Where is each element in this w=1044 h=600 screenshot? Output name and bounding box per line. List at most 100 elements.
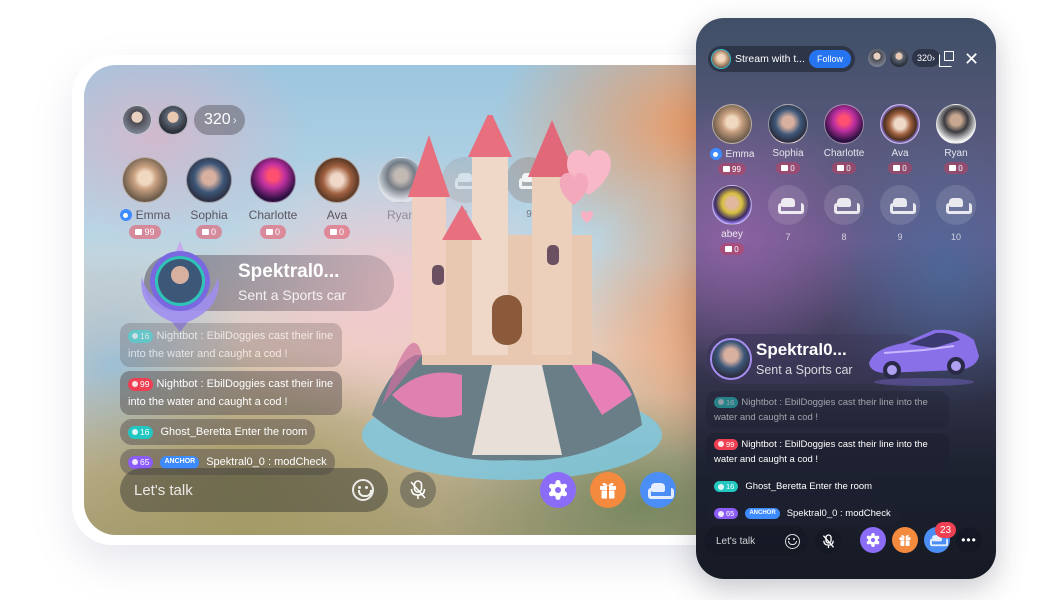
- gift-icon: [781, 165, 789, 171]
- emoji-icon[interactable]: [352, 479, 374, 501]
- settings-button[interactable]: [860, 527, 886, 553]
- avatar: [186, 157, 232, 203]
- seat-empty-9[interactable]: 9: [880, 185, 920, 255]
- chat-input[interactable]: Let's talk: [704, 526, 808, 556]
- viewer-avatar[interactable]: [890, 49, 908, 67]
- viewer-avatar[interactable]: [868, 49, 886, 67]
- host-icon: [119, 209, 132, 221]
- gift-icon: [723, 166, 731, 172]
- mic-off-icon: [822, 533, 834, 548]
- seat-charlotte[interactable]: Charlotte 0: [824, 104, 864, 175]
- gift-count-badge: 0: [888, 162, 912, 174]
- seat-grid: Emma 99 Sophia 0 Charlotte 0 Ava 0 Ryan: [709, 104, 976, 255]
- chat-message: 16 Nightbot : EbilDoggies cast their line…: [120, 323, 342, 367]
- gift-count-badge: 0: [944, 162, 968, 174]
- avatar: [768, 104, 808, 144]
- seat-emma[interactable]: Emma 99: [119, 157, 170, 239]
- seat-sophia[interactable]: Sophia 0: [186, 157, 232, 239]
- avatar: [880, 104, 920, 144]
- gift-description: Sent a Sports car: [238, 287, 347, 303]
- viewer-count: 320: [204, 111, 231, 128]
- host-icon: [709, 148, 722, 160]
- host-avatar: [711, 49, 731, 69]
- gift-count-badge: 0: [720, 243, 744, 255]
- chat-list: 16 Nightbot : EbilDoggies cast their line…: [120, 323, 342, 475]
- host-info-pill[interactable]: Stream with t... Follow: [708, 46, 856, 72]
- viewers-row: 320 ›: [868, 49, 941, 67]
- chat-input[interactable]: Let's talk: [120, 468, 388, 512]
- stream-title: Stream with t...: [735, 53, 806, 65]
- user-level-badge: 65: [714, 508, 739, 519]
- avatar: [712, 104, 752, 144]
- mic-off-icon: [410, 480, 426, 499]
- chat-message: 99 Nightbot : EbilDoggies cast their line…: [120, 371, 342, 415]
- gear-icon: [549, 480, 567, 500]
- close-icon[interactable]: ✕: [964, 50, 980, 68]
- more-icon: •••: [961, 533, 977, 547]
- gift-icon: [949, 165, 957, 171]
- viewer-avatar[interactable]: [158, 105, 188, 135]
- avatar: [122, 157, 168, 203]
- viewer-avatar[interactable]: [122, 105, 152, 135]
- tablet-live-room: 320 › Emma 99 Sophia 0 Charlotte 0 Ava 0…: [84, 65, 764, 535]
- settings-button[interactable]: [540, 472, 576, 508]
- follow-button[interactable]: Follow: [809, 50, 852, 68]
- seat-empty-7[interactable]: 7: [768, 185, 808, 255]
- seat-emma[interactable]: Emma 99: [709, 104, 754, 175]
- chevron-right-icon: ›: [232, 113, 237, 127]
- user-level-badge: 16: [128, 425, 154, 439]
- empty-seat: [768, 185, 808, 225]
- gift-button[interactable]: [892, 527, 918, 553]
- anchor-badge: ANCHOR: [160, 455, 200, 469]
- gift-icon: [600, 482, 616, 499]
- empty-seat: [936, 185, 976, 225]
- gift-icon: [837, 165, 845, 171]
- gift-count-badge: 0: [259, 225, 286, 239]
- seat-empty-8[interactable]: 8: [824, 185, 864, 255]
- viewer-count-button[interactable]: 320 ›: [912, 49, 941, 67]
- hearts-icon: [559, 150, 611, 223]
- user-level-badge: 16: [714, 481, 739, 492]
- avatar: [250, 157, 296, 203]
- mic-toggle-button[interactable]: [400, 472, 436, 508]
- avatar: [936, 104, 976, 144]
- gift-count-badge: 0: [832, 162, 856, 174]
- chat-message: 16 Ghost_Beretta Enter the room: [706, 475, 881, 498]
- popout-icon[interactable]: [939, 51, 955, 67]
- phone-live-room: Stream with t... Follow 320 › ✕ Emma 99 S…: [696, 18, 996, 579]
- chat-message: 16 Nightbot : EbilDoggies cast their line…: [706, 391, 949, 429]
- gift-description: Sent a Sports car: [756, 363, 853, 377]
- gift-icon: [329, 229, 337, 235]
- mic-toggle-button[interactable]: [815, 528, 841, 554]
- user-level-badge: 99: [714, 438, 739, 450]
- gift-icon: [725, 246, 733, 252]
- chat-input-placeholder: Let's talk: [716, 535, 756, 547]
- seat-ryan[interactable]: Ryan 0: [936, 104, 976, 175]
- gear-icon: [866, 533, 880, 547]
- empty-seat: [880, 185, 920, 225]
- gift-button[interactable]: [590, 472, 626, 508]
- seat-request-count-badge: 23: [935, 522, 957, 538]
- seat-sophia[interactable]: Sophia 0: [768, 104, 808, 175]
- gift-icon: [265, 229, 273, 235]
- seat-ava[interactable]: Ava 0: [880, 104, 920, 175]
- seat-abey[interactable]: abey 0: [712, 185, 752, 255]
- seat-charlotte[interactable]: Charlotte 0: [249, 157, 297, 239]
- sofa-icon: [648, 483, 674, 499]
- chat-message: 99 Nightbot : EbilDoggies cast their line…: [706, 433, 949, 471]
- chat-list: 16 Nightbot : EbilDoggies cast their line…: [706, 391, 949, 525]
- sender-avatar: [710, 338, 752, 380]
- sofa-icon: [890, 198, 916, 214]
- tablet-device: 320 › Emma 99 Sophia 0 Charlotte 0 Ava 0…: [72, 55, 764, 545]
- viewer-count-button[interactable]: 320 ›: [194, 105, 245, 135]
- seat-empty-10[interactable]: 10: [936, 185, 976, 255]
- sports-car-gift-icon: [869, 329, 979, 386]
- more-options-button[interactable]: •••: [956, 527, 982, 553]
- chat-message: 65 ANCHOR Spektral0_0 : modCheck: [706, 502, 899, 525]
- anchor-badge: ANCHOR: [745, 508, 780, 519]
- seat-request-button[interactable]: [640, 472, 676, 508]
- sender-avatar-frame: [141, 241, 219, 332]
- emoji-icon[interactable]: [785, 533, 800, 549]
- gift-count-badge: 0: [776, 162, 800, 174]
- avatar: [712, 185, 752, 225]
